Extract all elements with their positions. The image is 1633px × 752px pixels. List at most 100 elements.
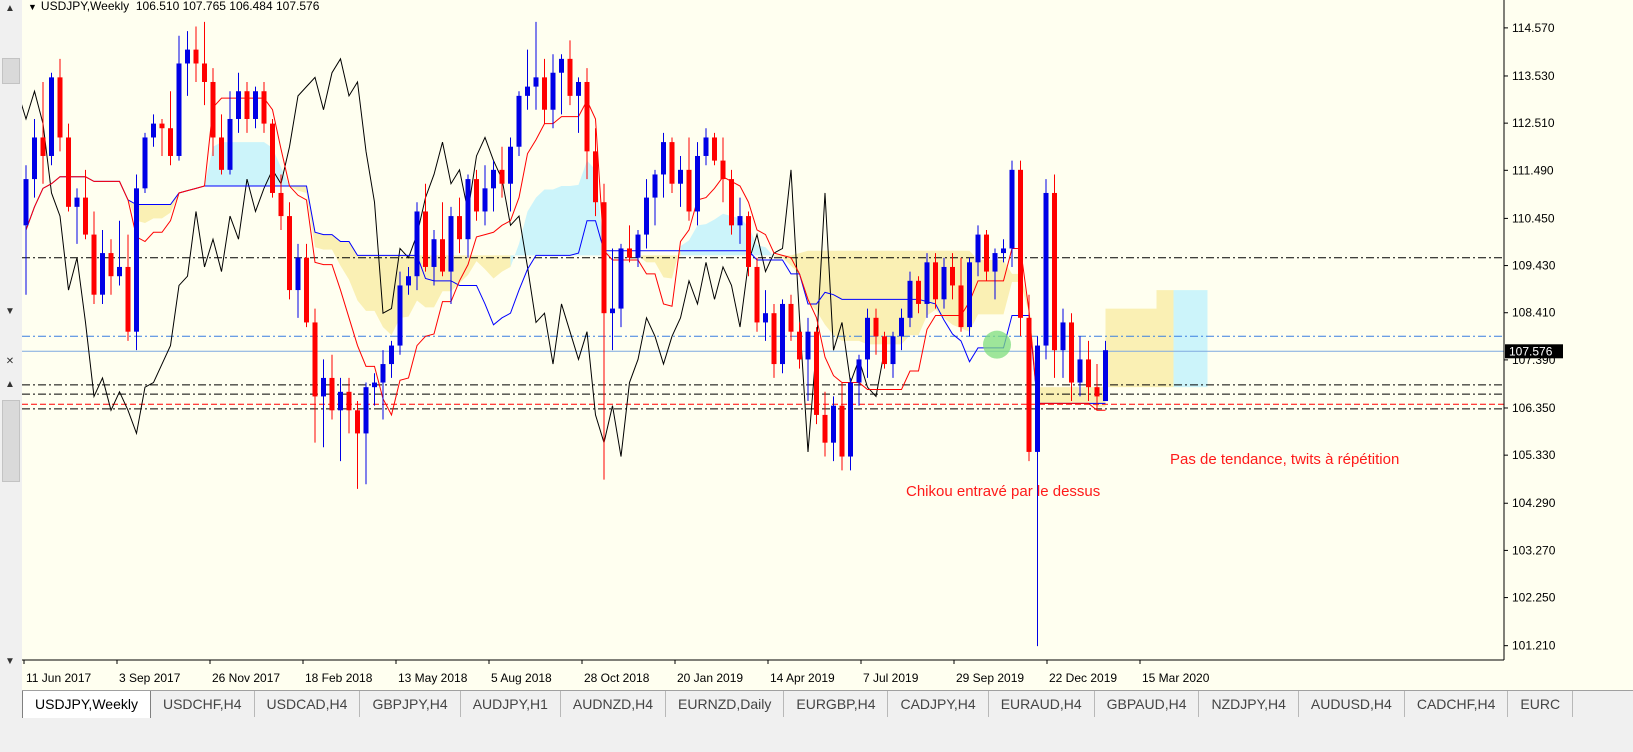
candle-body	[822, 414, 828, 443]
candle-body	[363, 387, 369, 434]
scroll-down-arrow-icon[interactable]: ▼	[2, 655, 18, 669]
chart-tab[interactable]: AUDUSD,H4	[1299, 691, 1405, 717]
future-kumo-segment	[1156, 290, 1165, 388]
chart-canvas[interactable]: 114.570 113.530 112.510 111.490 110.450 109.4…	[22, 0, 1633, 690]
candle-body	[924, 262, 930, 304]
kumo-segment	[646, 255, 655, 263]
scrollbar-thumb[interactable]	[2, 58, 20, 84]
price-tick-label: 106.350	[1512, 401, 1556, 415]
kumo-segment	[544, 189, 553, 256]
future-kumo-segment	[1165, 290, 1174, 388]
candle-body	[992, 253, 998, 272]
kumo-segment	[561, 186, 570, 256]
time-tick-label: 18 Feb 2018	[305, 671, 373, 685]
candle-body	[720, 160, 726, 180]
chart-tab[interactable]: GBPAUD,H4	[1095, 691, 1200, 717]
chart-tab[interactable]: CADJPY,H4	[888, 691, 989, 717]
candle-body	[1069, 322, 1074, 383]
candle-body	[703, 137, 709, 156]
candle-body	[499, 169, 505, 184]
close-window-icon[interactable]: ✕	[2, 355, 18, 369]
scroll-up-arrow-icon[interactable]: ▲	[2, 2, 18, 16]
candle-body	[227, 118, 233, 170]
candle-body	[74, 197, 80, 207]
chart-tab[interactable]: NZDJPY,H4	[1199, 691, 1299, 717]
candle-body	[729, 179, 734, 226]
chart-tab[interactable]: EURGBP,H4	[784, 691, 889, 717]
chart-tab[interactable]: USDCAD,H4	[255, 691, 361, 717]
time-tick-label: 15 Mar 2020	[1142, 671, 1210, 685]
chart-tab[interactable]: AUDNZD,H4	[561, 691, 667, 717]
scrollbar-thumb[interactable]	[2, 400, 20, 482]
candle-body	[814, 331, 819, 415]
candle-body	[933, 262, 938, 300]
future-kumo-segment	[1182, 290, 1191, 388]
future-kumo-segment	[1199, 290, 1208, 388]
future-kumo-segment	[1148, 308, 1157, 388]
candle-body	[584, 81, 590, 152]
kumo-segment	[663, 255, 672, 279]
candle-body	[151, 123, 156, 138]
scroll-up-arrow-icon[interactable]: ▲	[2, 378, 18, 392]
candle-body	[40, 137, 46, 156]
candle-body	[261, 91, 267, 124]
candle-body	[593, 151, 598, 203]
chart-tabs: USDJPY,Weekly USDCHF,H4 USDCAD,H4 GBPJPY,H4…	[22, 690, 1633, 719]
chart-tab[interactable]: USDCHF,H4	[151, 691, 255, 717]
chart-tab[interactable]: AUDJPY,H1	[461, 691, 561, 717]
candle-body	[125, 266, 131, 332]
chart-tab[interactable]: EURC	[1508, 691, 1574, 717]
candle-body	[1001, 248, 1006, 254]
price-tick-label: 109.430	[1512, 259, 1556, 273]
time-tick-label: 26 Nov 2017	[212, 671, 280, 685]
candle-body	[610, 308, 615, 314]
candle-body	[1035, 345, 1040, 452]
chart-tab[interactable]: GBPJPY,H4	[360, 691, 461, 717]
price-tick-label: 102.250	[1512, 591, 1556, 605]
candle-body	[482, 188, 488, 212]
candle-body	[83, 197, 88, 235]
price-tick-label: 110.450	[1512, 211, 1555, 225]
kumo-segment	[714, 213, 723, 256]
candle-body	[627, 248, 632, 258]
candle-body	[712, 137, 717, 161]
chart-tab[interactable]: USDJPY,Weekly	[22, 691, 151, 719]
candle-body	[865, 317, 870, 360]
price-tick-label: 101.210	[1512, 639, 1556, 653]
candle-body	[516, 95, 522, 147]
candle-body	[916, 280, 921, 304]
kumo-segment	[850, 250, 859, 341]
candle-body	[1060, 322, 1066, 351]
kumo-segment	[706, 219, 715, 256]
candle-body	[1103, 350, 1108, 402]
price-tick-label: 111.490	[1512, 163, 1554, 177]
candle-body	[397, 285, 403, 346]
candle-body	[202, 63, 207, 82]
candle-body	[287, 216, 292, 291]
trading-terminal-window: ▲ ▼ ✕ ▲ ▼ 114.570 113.530 112.510 111.490 11…	[0, 0, 1633, 752]
dropdown-triangle-icon[interactable]: ▼	[28, 2, 37, 12]
scroll-down-arrow-icon[interactable]: ▼	[2, 305, 18, 319]
candle-body	[508, 146, 513, 184]
candle-body	[117, 266, 122, 277]
candle-body	[270, 123, 275, 193]
price-tick-label: 113.530	[1512, 69, 1555, 83]
candle-body	[329, 377, 335, 411]
candle-body	[253, 91, 258, 119]
candle-body	[1052, 192, 1057, 351]
price-chart[interactable]: 114.570 113.530 112.510 111.490 110.450 109.4…	[22, 0, 1633, 690]
candle-body	[91, 234, 97, 295]
candle-body	[32, 137, 37, 180]
candle-body	[780, 303, 785, 365]
chart-tab[interactable]: CADCHF,H4	[1405, 691, 1509, 717]
candle-body	[652, 174, 658, 198]
chart-tab[interactable]: EURAUD,H4	[989, 691, 1095, 717]
candle-body	[686, 169, 692, 212]
chart-tab[interactable]: EURNZD,Daily	[666, 691, 785, 717]
time-tick-label: 22 Dec 2019	[1049, 671, 1117, 685]
candle-body	[1043, 192, 1049, 346]
candle-body	[491, 169, 496, 189]
candle-body	[1077, 359, 1083, 383]
price-tick-label: 103.270	[1512, 543, 1556, 557]
annotation-no-trend: Pas de tendance, twits à répétition	[1170, 451, 1400, 468]
